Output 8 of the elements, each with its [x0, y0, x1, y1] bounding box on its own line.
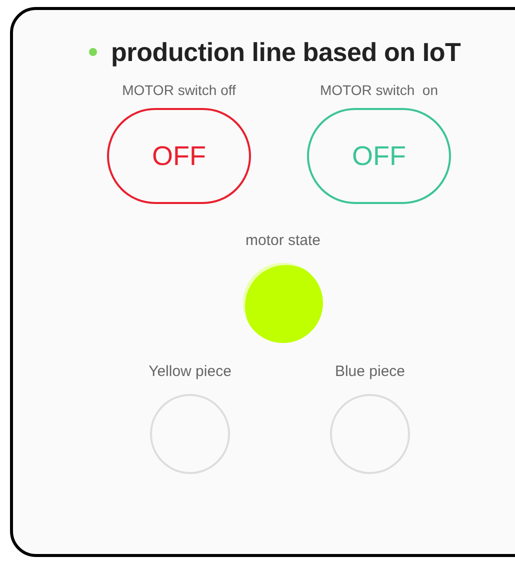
indicator-label: motor state: [245, 232, 321, 249]
app-title: production line based on IoT: [111, 36, 461, 68]
indicator-label: Yellow piece: [148, 363, 232, 380]
switch-label: MOTOR switch on: [320, 82, 438, 98]
off-button[interactable]: OFF: [107, 108, 251, 204]
bullet-dot: [89, 48, 97, 56]
switch-label: MOTOR switch off: [122, 82, 236, 98]
indicator-label: Blue piece: [334, 363, 406, 380]
